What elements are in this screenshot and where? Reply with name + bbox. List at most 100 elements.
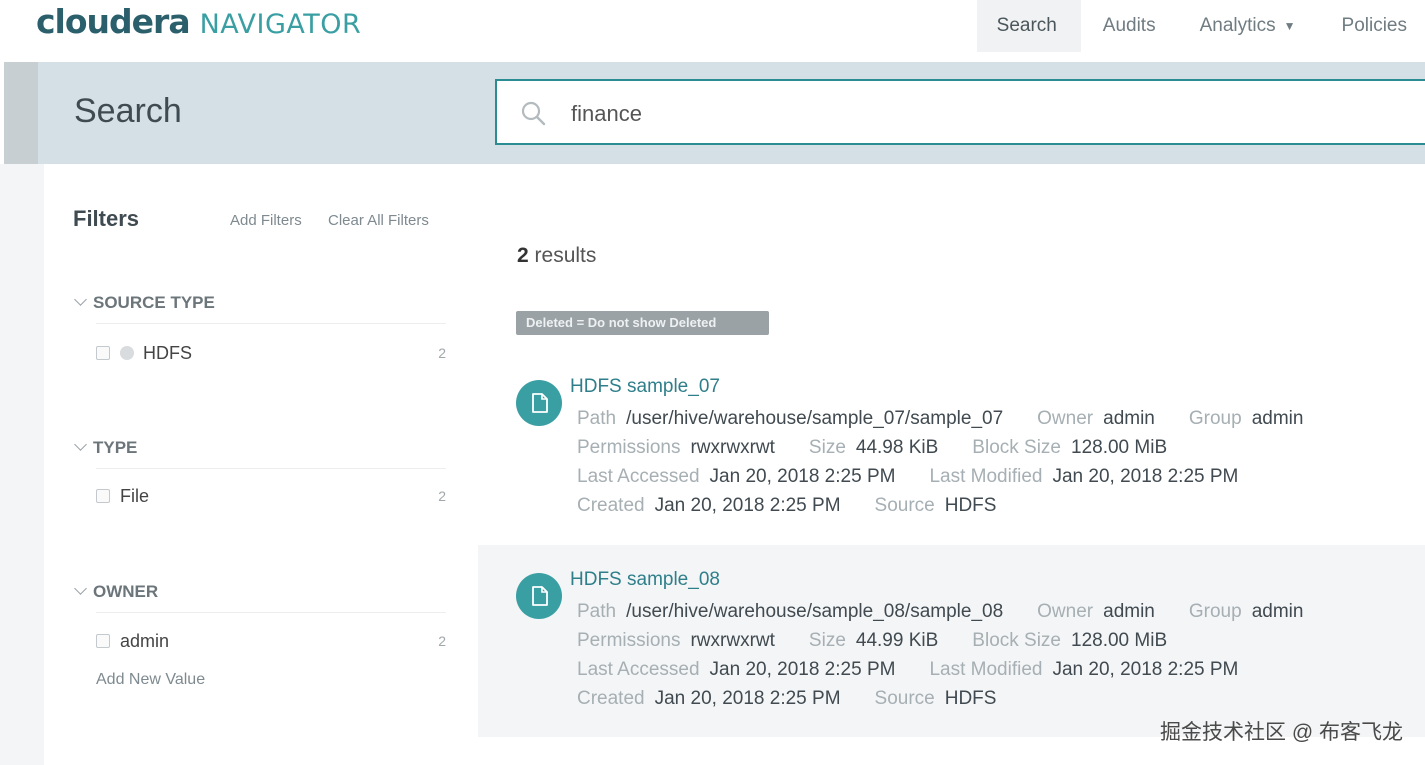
result-meta-line: Last Accessed Jan 20, 2018 2:25 PM Last Mo…	[577, 466, 1238, 492]
clear-all-filters-link[interactable]: Clear All Filters	[328, 212, 429, 229]
group-value: admin	[1251, 601, 1304, 622]
chevron-down-icon	[74, 582, 87, 595]
facet-owner-header[interactable]: OWNER	[74, 582, 159, 602]
source-dot-icon	[120, 346, 134, 360]
path-label: Path	[577, 408, 617, 429]
permissions-label: Permissions	[577, 437, 681, 458]
filters-title: Filters	[73, 206, 140, 231]
results-count: 2 results	[517, 244, 596, 268]
last-modified-value: Jan 20, 2018 2:25 PM	[1052, 466, 1239, 487]
result-meta-line: Last Accessed Jan 20, 2018 2:25 PM Last Mo…	[577, 659, 1238, 685]
result-meta-line: Permissions rwxrwxrwt Size 44.98 KiB Block S…	[577, 437, 1167, 463]
nav-analytics-label: Analytics	[1199, 15, 1276, 36]
created-label: Created	[577, 688, 645, 709]
facet-type-header[interactable]: TYPE	[74, 438, 138, 458]
result-meta-line: Created Jan 20, 2018 2:25 PM Source HDFS	[577, 495, 996, 521]
group-label: Group	[1188, 601, 1242, 622]
chevron-down-icon	[74, 293, 87, 306]
permissions-value: rwxrwxrwt	[690, 630, 775, 651]
facet-checkbox[interactable]	[96, 634, 110, 648]
search-query: finance	[571, 101, 642, 126]
owner-value: admin	[1103, 408, 1155, 429]
last-accessed-value: Jan 20, 2018 2:25 PM	[709, 466, 896, 487]
facet-count: 2	[438, 345, 446, 361]
facet-item-hdfs: HDFS 2	[96, 340, 446, 366]
owner-label: Owner	[1037, 601, 1094, 622]
nav-audits[interactable]: Audits	[1081, 0, 1178, 52]
size-label: Size	[808, 437, 846, 458]
facet-divider	[96, 323, 446, 324]
created-value: Jan 20, 2018 2:25 PM	[654, 688, 841, 709]
last-modified-label: Last Modified	[929, 659, 1043, 680]
created-label: Created	[577, 495, 645, 516]
last-modified-label: Last Modified	[929, 466, 1043, 487]
block-size-value: 128.00 MiB	[1071, 630, 1168, 651]
facet-label: File	[120, 485, 150, 506]
size-label: Size	[808, 630, 846, 651]
nav-search-label: Search	[996, 15, 1057, 36]
size-value: 44.98 KiB	[855, 437, 939, 458]
block-size-label: Block Size	[972, 630, 1061, 651]
result-title-link[interactable]: HDFS sample_08	[570, 569, 720, 591]
permissions-value: rwxrwxrwt	[690, 437, 775, 458]
file-glyph	[532, 586, 548, 606]
group-value: admin	[1251, 408, 1304, 429]
search-input[interactable]: finance	[495, 79, 1425, 145]
watermark: 掘金技术社区 @ 布客飞龙	[1160, 721, 1403, 744]
facet-checkbox[interactable]	[96, 489, 110, 503]
result-title-link[interactable]: HDFS sample_07	[570, 376, 720, 398]
path-value: /user/hive/warehouse/sample_08/sample_08	[626, 601, 1004, 622]
last-accessed-label: Last Accessed	[577, 659, 700, 680]
owner-value: admin	[1103, 601, 1155, 622]
logo-product: NAVIGATOR	[199, 9, 362, 40]
last-modified-value: Jan 20, 2018 2:25 PM	[1052, 659, 1239, 680]
result-meta-line: Path/user/hive/warehouse/sample_08/sampl…	[577, 601, 1303, 627]
source-label: Source	[874, 495, 935, 516]
results-count-number: 2	[517, 244, 529, 267]
group-label: Group	[1188, 408, 1242, 429]
facet-item-file: File 2	[96, 483, 446, 509]
nav-policies-label: Policies	[1341, 15, 1407, 36]
facet-count: 2	[438, 488, 446, 504]
last-accessed-label: Last Accessed	[577, 466, 700, 487]
top-bar: cloudera NAVIGATOR Search Audits Analyti…	[0, 0, 1425, 62]
logo-brand: cloudera	[36, 2, 191, 41]
facet-label: admin	[120, 630, 170, 651]
chevron-down-icon: ▼	[1283, 19, 1296, 33]
nav-audits-label: Audits	[1102, 15, 1156, 36]
filter-chip[interactable]: Deleted = Do not show Deleted	[516, 311, 769, 335]
result-item: HDFS sample_07 Path/user/hive/warehouse/…	[478, 352, 1425, 544]
facet-checkbox[interactable]	[96, 346, 110, 360]
main-nav: Search Audits Analytics ▼ Policies	[976, 0, 1425, 52]
nav-search[interactable]: Search	[976, 0, 1081, 52]
size-value: 44.99 KiB	[855, 630, 939, 651]
owner-label: Owner	[1037, 408, 1094, 429]
nav-policies[interactable]: Policies	[1318, 0, 1425, 52]
page-title: Search	[74, 92, 182, 130]
band-edge	[4, 62, 38, 164]
file-icon	[516, 380, 562, 426]
last-accessed-value: Jan 20, 2018 2:25 PM	[709, 659, 896, 680]
facet-label: HDFS	[143, 342, 192, 363]
facet-divider	[96, 612, 446, 613]
source-label: Source	[874, 688, 935, 709]
path-label: Path	[577, 601, 617, 622]
facet-source-type-header[interactable]: SOURCE TYPE	[74, 293, 215, 313]
results-count-suffix: results	[528, 244, 597, 267]
facet-count: 2	[438, 633, 446, 649]
block-size-value: 128.00 MiB	[1071, 437, 1168, 458]
facet-owner-title: OWNER	[93, 582, 159, 601]
created-value: Jan 20, 2018 2:25 PM	[654, 495, 841, 516]
left-rail	[0, 164, 44, 765]
search-icon	[521, 101, 546, 126]
permissions-label: Permissions	[577, 630, 681, 651]
source-value: HDFS	[944, 688, 997, 709]
add-filters-link[interactable]: Add Filters	[230, 212, 302, 229]
facet-type-title: TYPE	[93, 438, 138, 457]
facet-source-type-title: SOURCE TYPE	[93, 293, 215, 312]
add-new-value-link[interactable]: Add New Value	[96, 671, 205, 689]
facet-item-admin: admin 2	[96, 628, 446, 654]
nav-analytics[interactable]: Analytics ▼	[1178, 0, 1318, 52]
result-meta-line: Permissions rwxrwxrwt Size 44.99 KiB Block S…	[577, 630, 1167, 656]
app-logo[interactable]: cloudera NAVIGATOR	[36, 2, 361, 48]
